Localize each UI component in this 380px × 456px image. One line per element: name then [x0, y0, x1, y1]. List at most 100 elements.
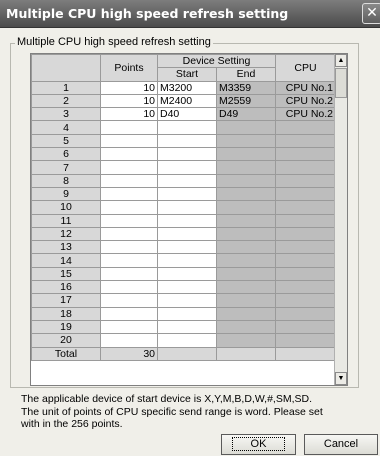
ok-button[interactable]: OK — [221, 434, 296, 455]
end-cell — [215, 319, 277, 335]
close-icon[interactable]: ✕ — [362, 3, 380, 24]
start-cell[interactable] — [157, 133, 217, 149]
points-cell[interactable] — [100, 160, 158, 175]
row-number: 10 — [31, 200, 101, 215]
start-cell[interactable] — [157, 253, 217, 268]
points-cell[interactable] — [100, 240, 158, 255]
row-number: 16 — [31, 280, 101, 295]
table-row: 6 — [31, 147, 337, 162]
points-cell[interactable] — [100, 266, 158, 282]
table-row: 18 — [31, 306, 337, 321]
start-cell[interactable] — [157, 293, 217, 308]
scroll-up-icon[interactable]: ▲ — [335, 54, 347, 67]
cpu-cell — [275, 253, 337, 268]
points-cell[interactable] — [100, 133, 158, 149]
points-cell[interactable] — [100, 147, 158, 162]
row-number: 7 — [31, 160, 101, 175]
points-cell[interactable]: 10 — [100, 93, 158, 109]
header-row-1: Points Device Setting CPU — [31, 54, 337, 82]
end-cell — [215, 253, 277, 268]
row-number: 6 — [31, 147, 101, 162]
row-number: 13 — [31, 240, 101, 255]
refresh-table: Points Device Setting CPU Start End 1 10 M… — [31, 54, 337, 361]
row-number: 8 — [31, 173, 101, 188]
end-cell — [215, 226, 277, 242]
cpu-cell — [275, 226, 337, 242]
title-bar: Multiple CPU high speed refresh setting … — [0, 0, 380, 28]
points-cell[interactable] — [100, 200, 158, 215]
end-cell — [215, 306, 277, 321]
points-cell[interactable] — [100, 226, 158, 242]
points-cell[interactable] — [100, 253, 158, 268]
points-header: Points — [100, 54, 158, 82]
start-cell[interactable] — [157, 333, 217, 348]
points-cell[interactable] — [100, 306, 158, 321]
row-number: 4 — [31, 120, 101, 135]
table-row: 9 — [31, 186, 337, 202]
end-cell — [215, 186, 277, 202]
end-cell — [215, 160, 277, 175]
cpu-cell — [275, 173, 337, 188]
start-cell[interactable] — [157, 226, 217, 242]
cpu-cell: CPU No.2 — [275, 93, 337, 109]
table-row: 12 — [31, 226, 337, 242]
points-cell[interactable] — [100, 293, 158, 308]
points-cell[interactable] — [100, 333, 158, 348]
row-number: 3 — [31, 107, 101, 122]
start-cell[interactable] — [157, 120, 217, 135]
row-number: 15 — [31, 266, 101, 282]
start-cell[interactable] — [157, 240, 217, 255]
start-cell[interactable]: M2400 — [157, 93, 217, 109]
ok-button-label: OK — [231, 437, 286, 451]
start-cell[interactable] — [157, 200, 217, 215]
table-row: 10 — [31, 200, 337, 215]
points-cell[interactable] — [100, 173, 158, 188]
cpu-cell — [275, 319, 337, 335]
total-label: Total — [31, 346, 101, 361]
start-cell[interactable] — [157, 306, 217, 321]
table-row: 17 — [31, 293, 337, 308]
start-cell[interactable]: M3200 — [157, 80, 217, 95]
cpu-cell: CPU No.1 — [275, 80, 337, 95]
grid-scrollbar[interactable]: ▲ ▼ — [334, 54, 347, 385]
points-cell[interactable] — [100, 319, 158, 335]
scroll-thumb[interactable] — [335, 68, 347, 98]
start-cell[interactable] — [157, 266, 217, 282]
cpu-cell — [275, 306, 337, 321]
end-cell: M2559 — [215, 93, 277, 109]
points-cell[interactable] — [100, 280, 158, 295]
start-cell[interactable] — [157, 160, 217, 175]
scroll-down-icon[interactable]: ▼ — [335, 372, 347, 385]
end-cell: D49 — [215, 107, 277, 122]
points-cell[interactable]: 10 — [100, 80, 158, 95]
end-cell — [215, 280, 277, 295]
start-cell[interactable] — [157, 147, 217, 162]
points-cell[interactable]: 10 — [100, 107, 158, 122]
start-cell[interactable] — [157, 319, 217, 335]
cpu-cell — [275, 266, 337, 282]
table-row: 7 — [31, 160, 337, 175]
end-cell — [215, 293, 277, 308]
start-cell[interactable]: D40 — [157, 107, 217, 122]
total-points: 30 — [100, 346, 158, 361]
start-cell[interactable] — [157, 173, 217, 188]
row-number: 14 — [31, 253, 101, 268]
note-line-1: The applicable device of start device is… — [21, 393, 313, 405]
end-header: End — [215, 67, 277, 82]
cpu-cell — [275, 240, 337, 255]
group-label: Multiple CPU high speed refresh setting — [15, 36, 213, 48]
end-cell: M3359 — [215, 80, 277, 95]
start-cell[interactable] — [157, 280, 217, 295]
points-cell[interactable] — [100, 186, 158, 202]
row-number: 18 — [31, 306, 101, 321]
points-cell[interactable] — [100, 120, 158, 135]
points-cell[interactable] — [100, 213, 158, 228]
end-cell — [215, 333, 277, 348]
start-header: Start — [157, 67, 217, 82]
start-cell[interactable] — [157, 186, 217, 202]
start-cell[interactable] — [157, 213, 217, 228]
total-blank-start — [157, 346, 217, 361]
row-number: 12 — [31, 226, 101, 242]
end-cell — [215, 120, 277, 135]
cancel-button[interactable]: Cancel — [304, 434, 378, 455]
